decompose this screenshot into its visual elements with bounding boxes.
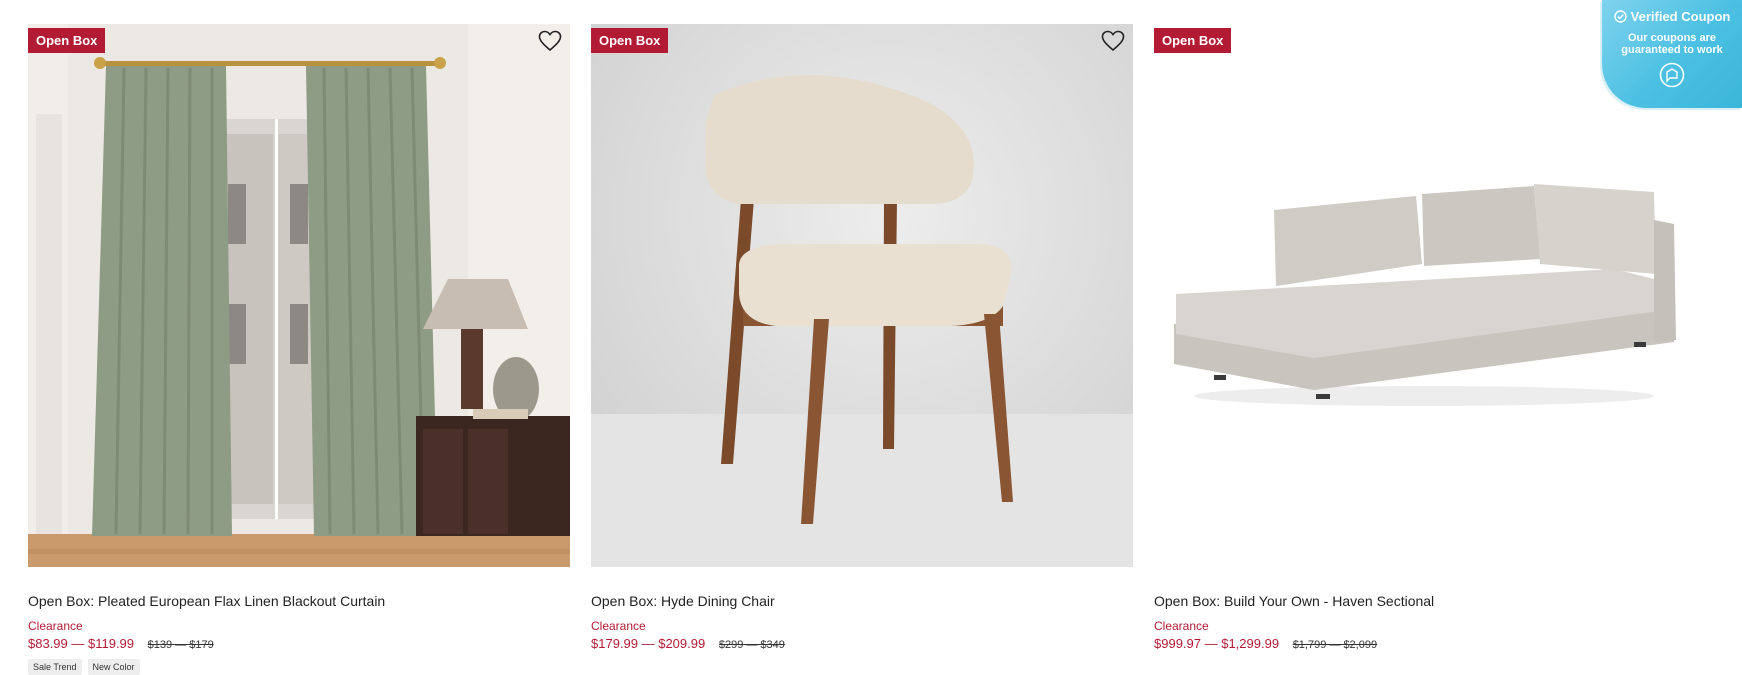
heart-icon[interactable] <box>1101 30 1125 52</box>
clearance-label: Clearance <box>591 619 646 633</box>
product-title[interactable]: Open Box: Hyde Dining Chair <box>591 592 1133 610</box>
price-range: $179.99 — $209.99 $299 — $349 <box>591 636 1133 653</box>
product-grid: Open Box Open Box: Pleated European Flax… <box>0 0 1742 675</box>
chair-photo <box>591 24 1133 567</box>
product-image-curtain[interactable]: Open Box <box>28 24 570 567</box>
tag-chips: Sale Trend New Color <box>28 659 570 675</box>
tag-chip: Sale Trend <box>28 659 82 675</box>
open-box-badge: Open Box <box>591 28 669 53</box>
sale-price: $83.99 — $119.99 <box>28 636 135 651</box>
original-price: $139 — $179 <box>147 639 214 651</box>
verified-coupon-widget[interactable]: Verified Coupon Our coupons are guarante… <box>1602 0 1742 108</box>
clearance-label: Clearance <box>1154 619 1209 633</box>
sale-price: $999.97 — $1,299.99 <box>1154 636 1280 651</box>
sale-price: $179.99 — $209.99 <box>591 636 706 651</box>
product-image-chair[interactable]: Open Box <box>591 24 1133 567</box>
coupon-subtitle: Our coupons are guaranteed to work <box>1621 32 1723 56</box>
product-card[interactable]: Open Box Open Box: Build Your Own - Have… <box>1154 24 1696 653</box>
chat-bubble-icon[interactable] <box>1659 62 1685 88</box>
product-card[interactable]: Open Box Open Box: Pleated European Flax… <box>28 24 570 675</box>
price-range: $83.99 — $119.99 $139 — $179 <box>28 636 570 653</box>
open-box-badge: Open Box <box>28 28 106 53</box>
curtain-photo <box>28 24 570 567</box>
sectional-photo <box>1154 24 1696 567</box>
check-circle-icon <box>1613 10 1627 23</box>
price-range: $999.97 — $1,299.99 $1,799 — $2,099 <box>1154 636 1696 653</box>
product-image-sectional[interactable]: Open Box <box>1154 24 1696 567</box>
clearance-label: Clearance <box>28 619 83 633</box>
product-title[interactable]: Open Box: Build Your Own - Haven Section… <box>1154 592 1696 610</box>
product-title[interactable]: Open Box: Pleated European Flax Linen Bl… <box>28 592 570 610</box>
original-price: $299 — $349 <box>718 639 785 651</box>
product-card[interactable]: Open Box Open Box: Hyde Dining Chair Cle… <box>591 24 1133 653</box>
original-price: $1,799 — $2,099 <box>1292 639 1378 651</box>
coupon-title: Verified Coupon <box>1630 9 1731 24</box>
open-box-badge: Open Box <box>1154 28 1232 53</box>
tag-chip: New Color <box>87 659 140 675</box>
coupon-header: Verified Coupon <box>1602 9 1742 24</box>
heart-icon[interactable] <box>538 30 562 52</box>
